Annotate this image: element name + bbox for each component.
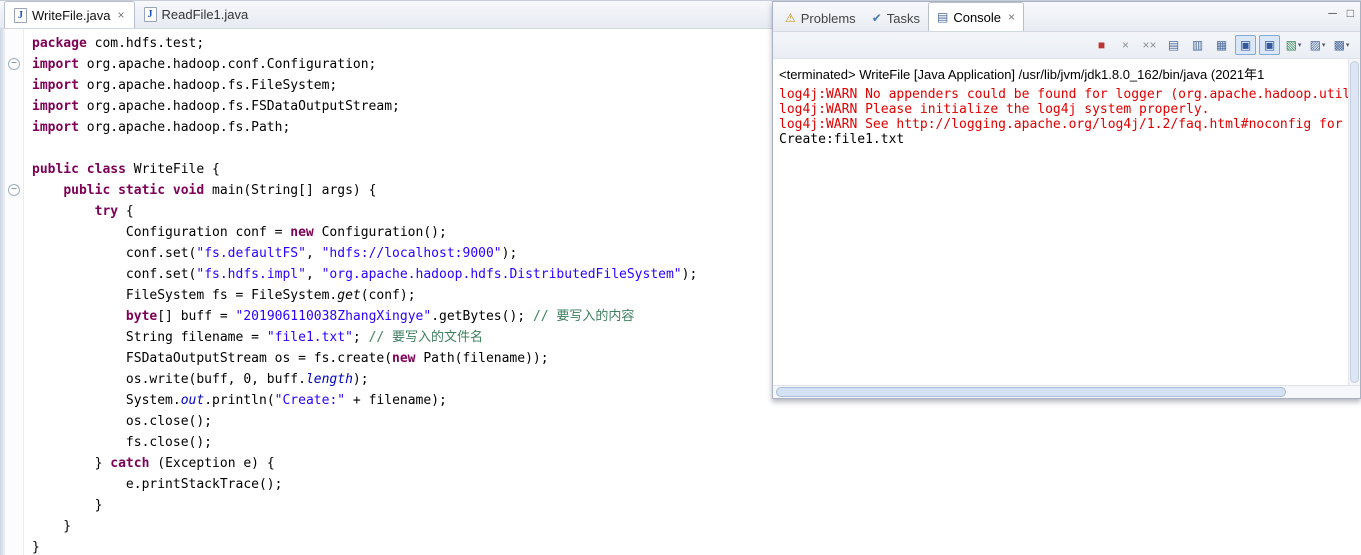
- code-line: os.close();: [32, 414, 213, 429]
- fold-collapse-icon[interactable]: −: [8, 184, 20, 196]
- close-icon[interactable]: ×: [1006, 10, 1015, 24]
- tab-label: Problems: [800, 10, 856, 26]
- console-output: log4j:WARN No appenders could be found f…: [773, 84, 1360, 150]
- console-output-line: Create:file1.txt: [779, 132, 905, 147]
- code-line: }: [32, 540, 40, 555]
- console-output-line: log4j:WARN Please initialize the log4j s…: [779, 102, 1210, 117]
- code-line: }: [32, 498, 103, 513]
- scrollbar-thumb[interactable]: [776, 387, 1286, 397]
- minimize-button[interactable]: ─: [1328, 6, 1337, 20]
- remove-launch-icon: ×: [1121, 38, 1129, 52]
- editor-tabbar: J WriteFile.java × J ReadFile1.java: [0, 1, 772, 29]
- tab-problems[interactable]: ⚠ Problems: [777, 5, 864, 31]
- tab-label: ReadFile1.java: [161, 7, 249, 22]
- remove-launch-button[interactable]: ×: [1115, 35, 1136, 55]
- fold-column: − −: [5, 29, 24, 555]
- scrollbar-thumb[interactable]: [1350, 61, 1359, 383]
- fold-collapse-icon[interactable]: −: [8, 58, 20, 70]
- java-file-icon: J: [14, 7, 27, 23]
- dropdown-arrow-icon[interactable]: ▾: [1298, 41, 1302, 49]
- remove-all-terminated-button[interactable]: ××: [1139, 35, 1160, 55]
- code-line: }: [32, 519, 72, 534]
- console-status-line: <terminated> WriteFile [Java Application…: [779, 67, 1265, 82]
- word-wrap-button[interactable]: ▦: [1211, 35, 1232, 55]
- close-icon[interactable]: ×: [116, 8, 125, 22]
- console-body[interactable]: <terminated> WriteFile [Java Application…: [773, 59, 1360, 385]
- code-line: fs.close();: [32, 435, 213, 450]
- display-console-button[interactable]: ▨ ▾: [1307, 35, 1328, 55]
- show-stdout-icon: ▣: [1239, 38, 1252, 52]
- tab-writefile-java[interactable]: J WriteFile.java ×: [4, 1, 135, 28]
- clear-console-icon: ▤: [1167, 38, 1180, 52]
- tab-tasks[interactable]: ✔ Tasks: [864, 5, 928, 31]
- problems-icon: ⚠: [785, 11, 796, 25]
- terminate-button[interactable]: ■: [1091, 35, 1112, 55]
- show-stdout-button[interactable]: ▣: [1235, 35, 1256, 55]
- code-line: } catch (Exception e) {: [32, 456, 275, 471]
- dropdown-arrow-icon[interactable]: ▾: [1346, 41, 1350, 49]
- code-line: e.printStackTrace();: [32, 477, 283, 492]
- tab-console[interactable]: ▤ Console ×: [927, 2, 1025, 31]
- clear-console-button[interactable]: ▤: [1163, 35, 1184, 55]
- tab-readfile1-java[interactable]: J ReadFile1.java: [135, 1, 258, 28]
- activate-on-output-icon: ▣: [1263, 38, 1276, 52]
- tab-label: WriteFile.java: [32, 7, 111, 23]
- window-left-edge: [0, 1, 5, 555]
- console-output-line: log4j:WARN No appenders could be found f…: [779, 87, 1351, 102]
- console-output-line: log4j:WARN See http://logging.apache.org…: [779, 117, 1351, 132]
- maximize-button[interactable]: □: [1347, 6, 1354, 20]
- tab-label: Tasks: [886, 10, 920, 26]
- dropdown-arrow-icon[interactable]: ▾: [1322, 41, 1326, 49]
- tab-label: Console: [953, 9, 1002, 25]
- remove-all-terminated-icon: ××: [1142, 38, 1157, 52]
- scroll-lock-button[interactable]: ▥: [1187, 35, 1208, 55]
- word-wrap-icon: ▦: [1215, 38, 1228, 52]
- console-tabbar: ⚠ Problems ✔ Tasks ▤ Console × ─ □: [773, 2, 1360, 32]
- console-horizontal-scrollbar[interactable]: [773, 385, 1360, 398]
- display-console-icon: ▨: [1309, 38, 1321, 52]
- terminate-icon: ■: [1097, 38, 1106, 52]
- console-icon: ▤: [936, 10, 949, 24]
- java-file-icon: J: [143, 7, 157, 22]
- scroll-lock-icon: ▥: [1191, 38, 1204, 52]
- console-vertical-scrollbar[interactable]: [1348, 59, 1360, 385]
- tasks-icon: ✔: [871, 11, 882, 25]
- console-view: ⚠ Problems ✔ Tasks ▤ Console × ─ □ ■ × ×× ▤…: [772, 1, 1361, 399]
- open-console-icon: ▧: [1285, 38, 1297, 52]
- console-toolbar: ■ × ×× ▤ ▥ ▦ ▣ ▣ ▧ ▾ ▨ ▾ ▩ ▾: [773, 32, 1360, 59]
- activate-on-output-button[interactable]: ▣: [1259, 35, 1280, 55]
- open-console-button[interactable]: ▧ ▾: [1283, 35, 1304, 55]
- pin-console-icon: ▩: [1333, 38, 1345, 52]
- pin-console-button[interactable]: ▩ ▾: [1331, 35, 1352, 55]
- eclipse-window: J WriteFile.java × J ReadFile1.java − − …: [0, 0, 1361, 555]
